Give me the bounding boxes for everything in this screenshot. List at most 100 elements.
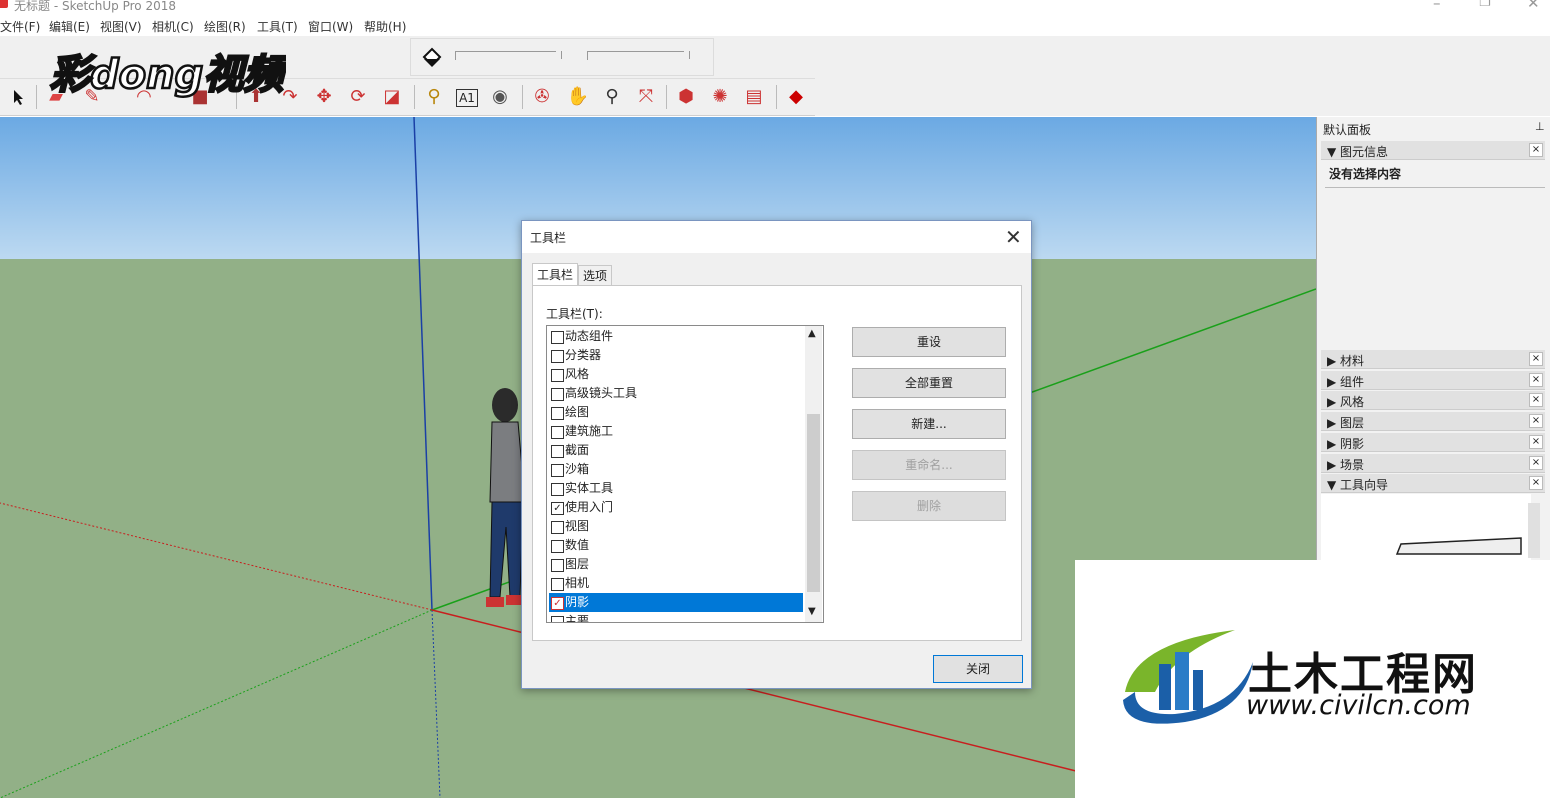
shadow-toggle-icon[interactable] <box>421 45 443 67</box>
window-close-button[interactable]: ✕ <box>1527 0 1540 12</box>
menu-help[interactable]: 帮助(H) <box>364 18 406 35</box>
list-item[interactable]: 分类器 <box>549 346 803 365</box>
move-icon[interactable]: ✥ <box>310 83 338 111</box>
time-slider[interactable] <box>455 51 562 60</box>
list-item[interactable]: 实体工具 <box>549 479 803 498</box>
toolbars-list-label: 工具栏(T): <box>546 307 603 321</box>
panel-instructor[interactable]: ▼ 工具向导 × <box>1321 474 1545 493</box>
pan-icon[interactable]: ✋ <box>564 83 592 111</box>
checkbox[interactable] <box>551 350 564 363</box>
close-icon[interactable]: × <box>1529 435 1543 449</box>
rename-button[interactable]: 重命名... <box>852 450 1006 480</box>
panel-components[interactable]: ▶ 组件 × <box>1321 371 1545 390</box>
tab-options[interactable]: 选项 <box>578 265 613 286</box>
list-item[interactable]: 沙箱 <box>549 460 803 479</box>
panel-scenes[interactable]: ▶ 场景 × <box>1321 454 1545 473</box>
panel-materials[interactable]: ▶ 材料 × <box>1321 350 1545 369</box>
reset-button[interactable]: 重设 <box>852 327 1006 357</box>
list-item-selected[interactable]: ✓ 阴影 <box>549 593 803 612</box>
menu-file[interactable]: 文件(F) <box>0 18 40 35</box>
list-item[interactable]: 主要 <box>549 612 803 622</box>
tape-measure-icon[interactable]: ⚲ <box>420 83 448 111</box>
list-item[interactable]: 高级镜头工具 <box>549 384 803 403</box>
restore-button[interactable]: ❐ <box>1479 0 1491 10</box>
checkbox[interactable] <box>551 559 564 572</box>
select-arrow-icon[interactable] <box>4 83 32 111</box>
checkbox[interactable] <box>551 426 564 439</box>
orbit-icon[interactable]: ✇ <box>528 83 556 111</box>
civilcn-logo-icon <box>1123 630 1253 724</box>
scroll-down-icon[interactable]: ▼ <box>808 606 816 617</box>
checkbox[interactable] <box>551 407 564 420</box>
zoom-icon[interactable]: ⚲ <box>598 83 626 111</box>
list-item[interactable]: 数值 <box>549 536 803 555</box>
menu-edit[interactable]: 编辑(E) <box>49 18 90 35</box>
menu-draw[interactable]: 绘图(R) <box>204 18 246 35</box>
tray-pin-icon[interactable]: ⊥ <box>1535 120 1545 133</box>
checkbox[interactable] <box>551 483 564 496</box>
menu-view[interactable]: 视图(V) <box>100 18 142 35</box>
menu-camera[interactable]: 相机(C) <box>152 18 194 35</box>
close-icon[interactable]: × <box>1529 352 1543 366</box>
close-icon[interactable]: × <box>1529 393 1543 407</box>
rotate-icon[interactable]: ⟳ <box>344 83 372 111</box>
zoom-extents-icon[interactable]: ⤧ <box>632 83 660 111</box>
checkbox[interactable] <box>551 331 564 344</box>
scroll-up-icon[interactable]: ▲ <box>808 328 816 339</box>
minimize-button[interactable]: – <box>1433 0 1441 12</box>
checkbox[interactable] <box>551 521 564 534</box>
list-item[interactable]: 绘图 <box>549 403 803 422</box>
checkbox[interactable] <box>551 369 564 382</box>
close-icon[interactable]: × <box>1529 373 1543 387</box>
ruby-icon[interactable]: ◆ <box>782 83 810 111</box>
scroll-thumb[interactable] <box>807 414 820 592</box>
list-item[interactable]: 动态组件 <box>549 327 803 346</box>
tray-title: 默认面板 <box>1323 123 1372 137</box>
date-slider[interactable] <box>587 51 690 60</box>
menu-window[interactable]: 窗口(W) <box>308 18 353 35</box>
extension-icon[interactable]: ✺ <box>706 83 734 111</box>
close-icon[interactable]: × <box>1529 476 1543 490</box>
checkbox[interactable] <box>551 540 564 553</box>
default-tray: 默认面板 ⊥ ▼ 图元信息 × 没有选择内容 ▶ 材料 × ▶ 组件 × ▶ 风格 ×… <box>1316 117 1550 560</box>
tray-scrollbar[interactable] <box>1528 503 1540 558</box>
panel-styles[interactable]: ▶ 风格 × <box>1321 391 1545 410</box>
list-item[interactable]: 图层 <box>549 555 803 574</box>
checkbox[interactable] <box>551 445 564 458</box>
close-icon[interactable]: × <box>1529 414 1543 428</box>
checkbox-checked[interactable]: ✓ <box>551 502 564 515</box>
checkbox[interactable] <box>551 388 564 401</box>
list-item[interactable]: 相机 <box>549 574 803 593</box>
svg-text:彩dong视频: 彩dong视频 <box>50 52 286 98</box>
checkbox-checked[interactable]: ✓ <box>551 597 564 610</box>
scale-icon[interactable]: ◪ <box>378 83 406 111</box>
tab-toolbars[interactable]: 工具栏 <box>532 263 579 286</box>
list-item[interactable]: 截面 <box>549 441 803 460</box>
toolbars-listbox[interactable]: 动态组件 分类器 风格 高级镜头工具 绘图 建筑施工 截面 沙箱 实体工具 ✓ 使… <box>546 325 824 623</box>
list-scrollbar[interactable]: ▲ ▼ <box>805 326 822 622</box>
delete-button[interactable]: 删除 <box>852 491 1006 521</box>
text-label-icon[interactable]: A1 <box>456 89 478 107</box>
reset-all-button[interactable]: 全部重置 <box>852 368 1006 398</box>
checkbox[interactable] <box>551 616 564 622</box>
list-item[interactable]: 视图 <box>549 517 803 536</box>
dialog-close-icon[interactable]: ✕ <box>1005 225 1022 249</box>
panel-layers[interactable]: ▶ 图层 × <box>1321 412 1545 431</box>
close-icon[interactable]: × <box>1529 456 1543 470</box>
menu-tools[interactable]: 工具(T) <box>257 18 298 35</box>
warehouse-icon[interactable]: ⬢ <box>672 83 700 111</box>
list-item[interactable]: 建筑施工 <box>549 422 803 441</box>
list-item[interactable]: 风格 <box>549 365 803 384</box>
checkbox[interactable] <box>551 578 564 591</box>
paint-bucket-icon[interactable]: ◉ <box>486 83 514 111</box>
shadow-toolbar <box>410 38 714 76</box>
list-item[interactable]: ✓ 使用入门 <box>549 498 803 517</box>
close-icon[interactable]: × <box>1529 143 1543 157</box>
new-button[interactable]: 新建... <box>852 409 1006 439</box>
close-button[interactable]: 关闭 <box>933 655 1023 683</box>
checkbox[interactable] <box>551 464 564 477</box>
menu-bar: 文件(F) 编辑(E) 视图(V) 相机(C) 绘图(R) 工具(T) 窗口(W… <box>0 14 1550 36</box>
panel-shadows[interactable]: ▶ 阴影 × <box>1321 433 1545 452</box>
layout-icon[interactable]: ▤ <box>740 83 768 111</box>
entity-info-header[interactable]: ▼ 图元信息 × <box>1321 141 1545 160</box>
